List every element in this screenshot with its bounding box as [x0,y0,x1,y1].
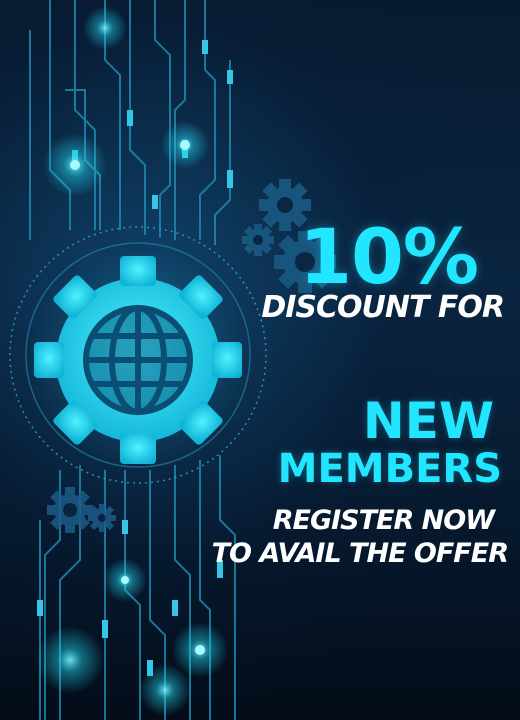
circuit-background [9,0,336,720]
discount-label: DISCOUNT FOR [261,290,505,325]
promo-poster: 10% DISCOUNT FOR NEW MEMBERS REGISTER NO… [0,0,520,720]
audience-line-2: MEMBERS [277,446,502,492]
cta-line-2: TO AVAIL THE OFFER [211,538,509,569]
discount-value: 10% [299,212,479,301]
gear-globe-icon [26,248,250,472]
cta-line-1: REGISTER NOW [272,505,495,536]
audience-line-1: NEW [362,392,494,450]
